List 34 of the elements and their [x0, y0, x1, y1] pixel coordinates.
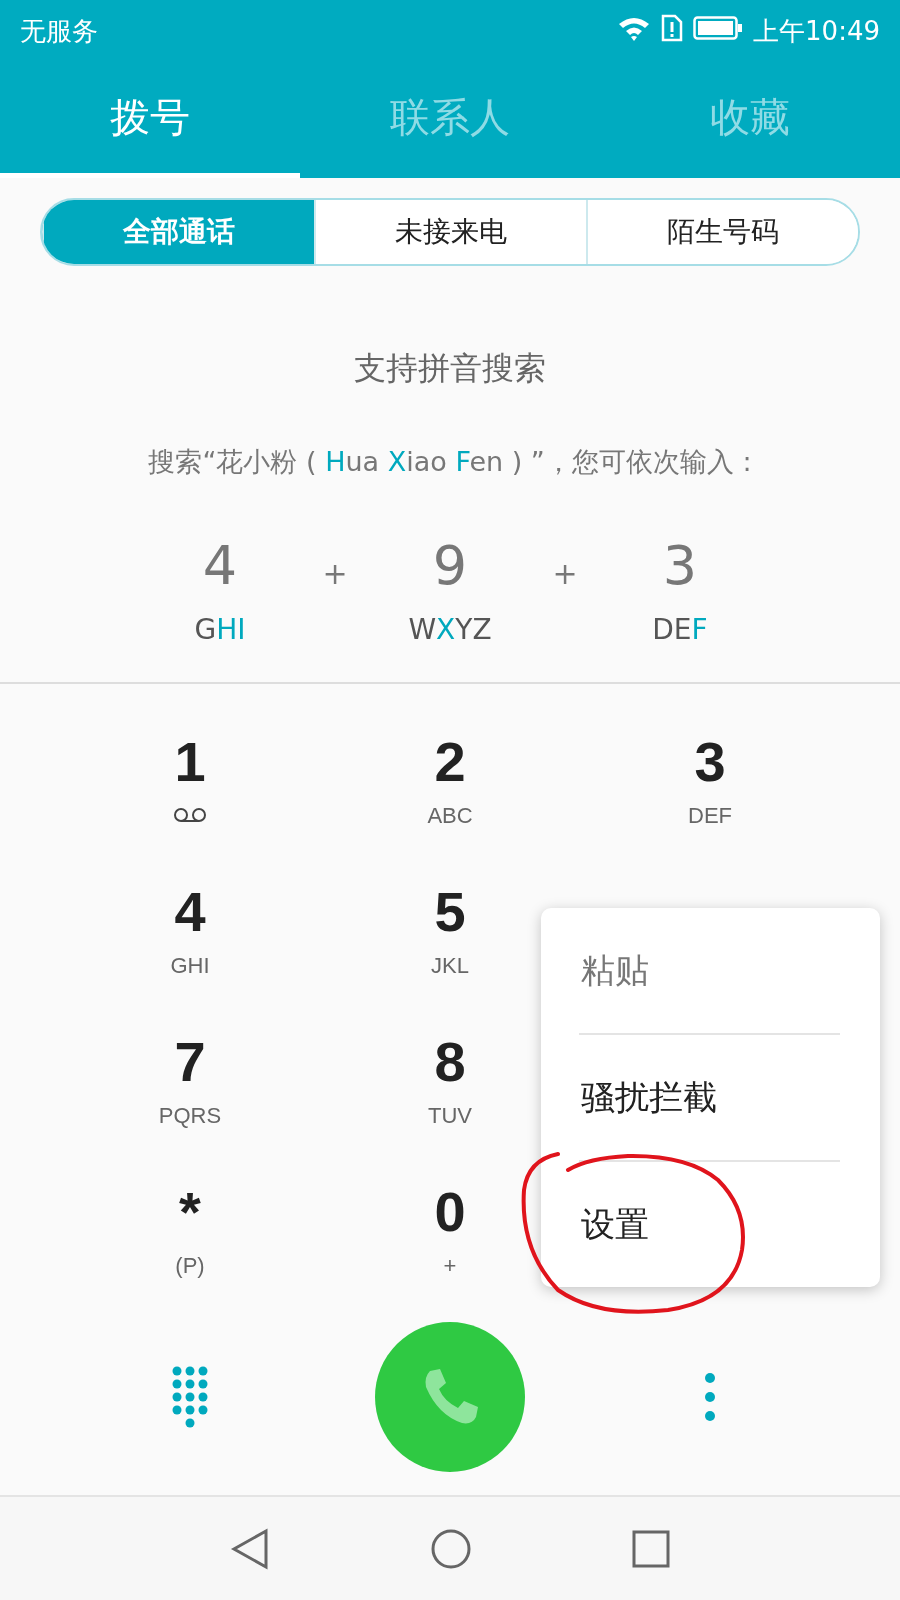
dial-key[interactable]: * (P) [60, 1134, 320, 1284]
example-letters: WXYZ [408, 612, 492, 648]
hint-title: 支持拼音搜索 [354, 348, 546, 388]
filter-segment[interactable]: 未接来电 [314, 200, 586, 264]
dial-key[interactable]: 3 DEF [580, 684, 840, 834]
more-icon [704, 1372, 716, 1422]
recents-button[interactable] [632, 1529, 670, 1568]
carrier-text: 无服务 [20, 14, 98, 48]
voicemail-icon [173, 807, 207, 823]
sim-alert-icon [661, 14, 684, 42]
wifi-icon [617, 15, 652, 41]
dialpad-icon [172, 1366, 208, 1428]
example-letters: GHI [194, 612, 246, 648]
example-letters: DEF [652, 612, 708, 648]
clock-text: 上午10:49 [753, 14, 880, 48]
dial-key[interactable]: 4 GHI [60, 834, 320, 984]
home-button[interactable] [430, 1527, 472, 1570]
recents-icon [632, 1529, 670, 1568]
back-button[interactable] [230, 1527, 270, 1570]
battery-icon [693, 15, 744, 41]
plus-sign: + [321, 555, 349, 593]
more-button[interactable] [704, 1372, 716, 1422]
dialpad-toggle-button[interactable] [172, 1366, 208, 1428]
dial-key[interactable]: 7 PQRS [60, 984, 320, 1134]
plus-sign: + [551, 555, 579, 593]
home-icon [430, 1527, 472, 1570]
back-icon [230, 1527, 270, 1570]
example-digit: 9 [432, 536, 468, 596]
filter-segment[interactable]: 陌生号码 [586, 200, 858, 264]
dial-key[interactable]: 2 ABC [320, 684, 580, 834]
example-digit: 4 [202, 536, 238, 596]
hint-sentence: 搜索“花小粉 ( Hua Xiao Fen ) ”，您可依次输入 : [148, 445, 752, 479]
dial-key[interactable]: 1 [60, 684, 320, 834]
example-digit: 3 [662, 536, 698, 596]
